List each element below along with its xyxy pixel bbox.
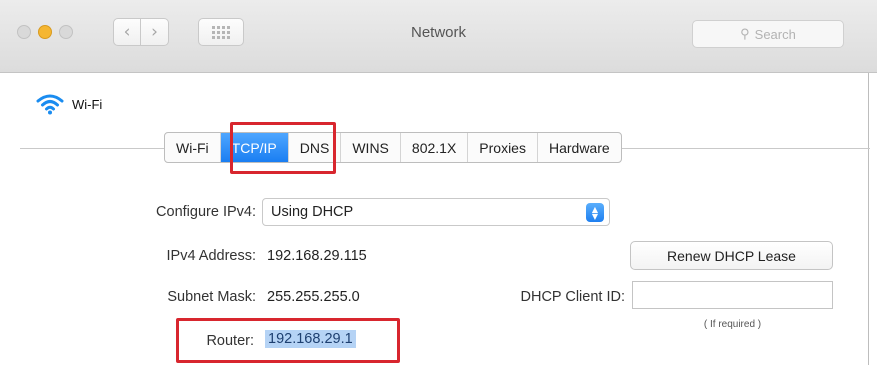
tab-proxies[interactable]: Proxies	[468, 133, 538, 162]
tab-8021x[interactable]: 802.1X	[401, 133, 469, 162]
subnet-mask-label: Subnet Mask:	[167, 289, 256, 305]
router-highlight-box	[176, 318, 400, 363]
configure-ipv4-value: Using DHCP	[271, 204, 354, 220]
dhcp-client-id-input[interactable]	[632, 281, 833, 309]
ipv4-address-value: 192.168.29.115	[267, 248, 367, 264]
search-placeholder: Search	[754, 26, 796, 42]
service-name: Wi-Fi	[72, 96, 103, 112]
subnet-mask-value: 255.255.255.0	[267, 289, 360, 305]
dhcp-client-id-hint: ( If required )	[703, 319, 762, 330]
configure-ipv4-select[interactable]: Using DHCP ▲ ▼	[262, 198, 610, 226]
search-input[interactable]: ⚲ Search	[692, 20, 844, 48]
search-icon: ⚲	[740, 26, 750, 41]
tab-wins[interactable]: WINS	[341, 133, 401, 162]
renew-dhcp-lease-button[interactable]: Renew DHCP Lease	[630, 241, 833, 270]
service-heading: Wi-Fi	[36, 93, 102, 115]
wifi-icon	[36, 94, 64, 115]
ipv4-address-label: IPv4 Address:	[166, 248, 256, 264]
configure-ipv4-label: Configure IPv4:	[156, 204, 256, 220]
chevron-up-down-icon: ▲ ▼	[586, 203, 604, 222]
window-toolbar: ‹ › Network ⚲ Search	[0, 0, 877, 73]
window-border	[868, 73, 869, 365]
tab-wifi[interactable]: Wi-Fi	[165, 133, 221, 162]
tcpip-highlight-box	[230, 122, 336, 174]
dhcp-client-id-label: DHCP Client ID:	[520, 289, 625, 305]
tab-hardware[interactable]: Hardware	[538, 133, 621, 162]
